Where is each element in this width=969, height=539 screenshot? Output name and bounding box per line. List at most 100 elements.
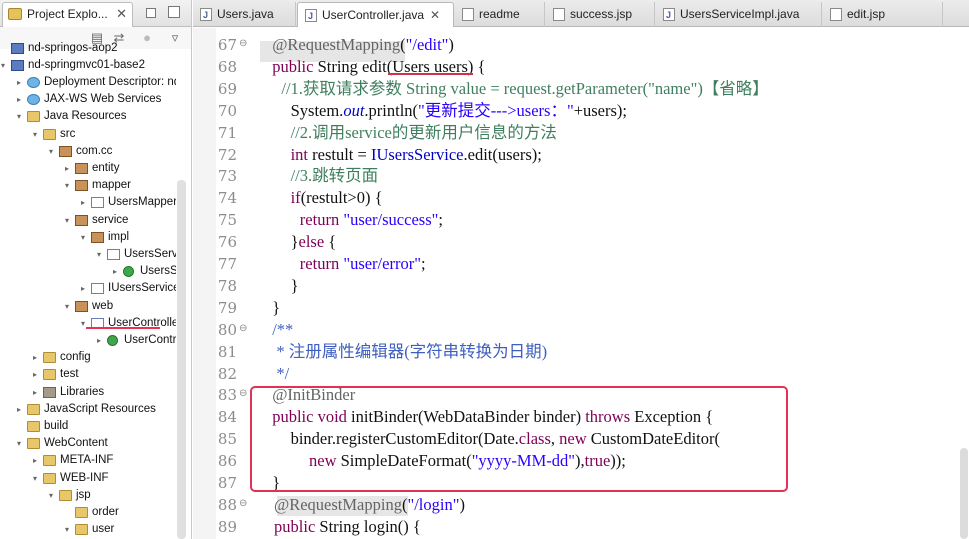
expand-toggle-icon[interactable]: ▾ — [62, 212, 72, 229]
expand-toggle-icon[interactable]: ▸ — [78, 194, 88, 211]
editor-tab[interactable]: success.jsp — [546, 2, 655, 27]
maximize-icon[interactable] — [168, 6, 180, 18]
expand-toggle-icon[interactable]: ▾ — [30, 126, 40, 143]
tree-item[interactable]: ▾ UsersService — [0, 246, 176, 263]
code-token: .println( — [364, 100, 419, 120]
tree-item[interactable]: ▸ JavaScript Resources — [0, 401, 176, 418]
tree-item-label: WebContent — [44, 437, 108, 450]
code-line[interactable]: 89 public String login() { — [193, 516, 969, 538]
line-number: 72 — [217, 145, 237, 164]
fold-toggle-icon[interactable]: ⊖ — [239, 389, 249, 399]
expand-toggle-icon[interactable]: ▸ — [110, 263, 120, 280]
expand-toggle-icon[interactable]: ▸ — [78, 280, 88, 297]
tree-item[interactable]: ▾ WEB-INF — [0, 470, 176, 487]
close-icon[interactable]: ✕ — [116, 3, 127, 25]
editor-tab[interactable]: UsersServiceImpl.java — [656, 2, 822, 27]
editor-tab-label: UserController.java — [322, 8, 425, 22]
code-line[interactable]: 72 int restult = IUsersService.edit(users… — [193, 144, 969, 166]
code-text: */ — [272, 363, 289, 385]
code-line[interactable]: 81 * 注册属性编辑器(字符串转换为日期) — [193, 341, 969, 363]
explorer-scrollbar[interactable] — [177, 180, 186, 539]
tree-item[interactable]: ▾ service — [0, 212, 176, 229]
code-line[interactable]: 88 ⊖ @RequestMapping("/login") — [193, 494, 969, 516]
tab-project-explorer[interactable]: Project Explo... ✕ — [2, 2, 133, 27]
code-line[interactable]: 78} — [193, 275, 969, 297]
code-line[interactable]: 71 //2.调用service的更新用户信息的方法 — [193, 122, 969, 144]
tree-item[interactable]: ▸ Libraries — [0, 384, 176, 401]
code-line[interactable]: 80 ⊖ /** — [193, 319, 969, 341]
editor-tab[interactable]: UserController.java ✕ — [297, 2, 454, 28]
code-line[interactable]: 69 //1.获取请求参数 String value = request.getP… — [193, 78, 969, 100]
expand-toggle-icon[interactable]: ▾ — [78, 315, 88, 332]
expand-toggle-icon[interactable]: ▾ — [62, 521, 72, 538]
editor-tab[interactable]: Users.java — [193, 2, 296, 27]
tree-item[interactable]: ▸ test — [0, 366, 176, 383]
tree-item[interactable]: ▸ config — [0, 349, 176, 366]
code-token: "user/error" — [343, 254, 421, 273]
tree-item[interactable]: ▸ Deployment Descriptor: nd- — [0, 74, 176, 91]
expand-toggle-icon[interactable]: ▾ — [78, 229, 88, 246]
code-editor[interactable]: 67 ⊖ @RequestMapping("/edit") 68 public Stri… — [193, 28, 969, 539]
tree-item[interactable]: nd-springos-aop2 — [0, 40, 176, 57]
tree-item[interactable]: ▾ src — [0, 126, 176, 143]
code-line[interactable]: 68 public String edit(Users users) { — [193, 56, 969, 78]
expand-toggle-icon[interactable]: ▸ — [30, 349, 40, 366]
tree-item[interactable]: ▾ jsp — [0, 487, 176, 504]
fold-toggle-icon[interactable]: ⊖ — [239, 39, 249, 49]
fold-toggle-icon[interactable]: ⊖ — [239, 323, 249, 334]
editor-tab[interactable]: readme — [455, 2, 545, 27]
code-line[interactable]: 67 ⊖ @RequestMapping("/edit") — [193, 34, 969, 56]
expand-toggle-icon[interactable]: ▸ — [14, 74, 24, 91]
tree-item[interactable]: ▸ META-INF — [0, 452, 176, 469]
expand-toggle-icon[interactable]: ▾ — [46, 487, 56, 504]
minimize-icon[interactable] — [146, 8, 156, 18]
tree-item[interactable]: ▾ web — [0, 298, 176, 315]
tree-item[interactable]: order — [0, 504, 176, 521]
tree-item[interactable]: ▾ nd-springmvc01-base2 — [0, 57, 176, 74]
expand-toggle-icon[interactable]: ▾ — [0, 57, 8, 74]
expand-toggle-icon[interactable]: ▸ — [14, 91, 24, 108]
expand-toggle-icon[interactable]: ▾ — [62, 177, 72, 194]
fold-toggle-icon[interactable]: ⊖ — [239, 498, 249, 509]
tree-item[interactable]: ▸ IUsersService.ja — [0, 280, 176, 297]
code-line[interactable]: 75 return "user/success"; — [193, 209, 969, 231]
editor-scrollbar[interactable] — [960, 448, 968, 539]
tree-item[interactable]: ▾ user — [0, 521, 176, 538]
tree-item[interactable]: ▾ impl — [0, 229, 176, 246]
expand-toggle-icon[interactable]: ▸ — [30, 384, 40, 401]
tree-item[interactable]: ▾ WebContent — [0, 435, 176, 452]
code-token: return — [299, 254, 340, 273]
code-line[interactable]: 70 System.out.println("更新提交--->users："+us… — [193, 100, 969, 122]
tree-item[interactable]: ▾ UserController.j — [0, 315, 176, 332]
code-line[interactable]: 74 if(restult>0) { — [193, 187, 969, 209]
expand-toggle-icon[interactable]: ▾ — [14, 108, 24, 125]
expand-toggle-icon[interactable]: ▸ — [94, 332, 104, 349]
expand-toggle-icon[interactable]: ▾ — [14, 435, 24, 452]
expand-toggle-icon[interactable]: ▸ — [14, 401, 24, 418]
code-line[interactable]: 76}else { — [193, 231, 969, 253]
expand-toggle-icon[interactable]: ▸ — [30, 452, 40, 469]
code-line[interactable]: 79} — [193, 297, 969, 319]
expand-toggle-icon[interactable]: ▸ — [30, 366, 40, 383]
tree-item[interactable]: ▾ Java Resources — [0, 108, 176, 125]
tree-item[interactable]: ▸ UsersMapper.ja — [0, 194, 176, 211]
tree-item[interactable]: ▸ entity — [0, 160, 176, 177]
tree-item[interactable]: ▸ JAX-WS Web Services — [0, 91, 176, 108]
tree-item[interactable]: ▾ com.cc — [0, 143, 176, 160]
code-line[interactable]: 82 */ — [193, 363, 969, 385]
expand-toggle-icon[interactable]: ▾ — [62, 298, 72, 315]
tree-item[interactable]: build — [0, 418, 176, 435]
tree-item[interactable]: ▸ UsersSer — [0, 263, 176, 280]
expand-toggle-icon[interactable]: ▾ — [94, 246, 104, 263]
code-line[interactable]: 73 //3.跳转页面 — [193, 165, 969, 187]
close-icon[interactable]: ✕ — [430, 8, 440, 22]
tree-item[interactable]: ▾ mapper — [0, 177, 176, 194]
folder-icon — [43, 455, 56, 467]
tree-item[interactable]: ▸ UserControll — [0, 332, 176, 349]
expand-toggle-icon[interactable]: ▸ — [62, 160, 72, 177]
code-line[interactable]: 77 return "user/error"; — [193, 253, 969, 275]
expand-toggle-icon[interactable]: ▾ — [30, 470, 40, 487]
web-icon — [27, 76, 40, 88]
expand-toggle-icon[interactable]: ▾ — [46, 143, 56, 160]
editor-tab[interactable]: edit.jsp — [823, 2, 943, 27]
